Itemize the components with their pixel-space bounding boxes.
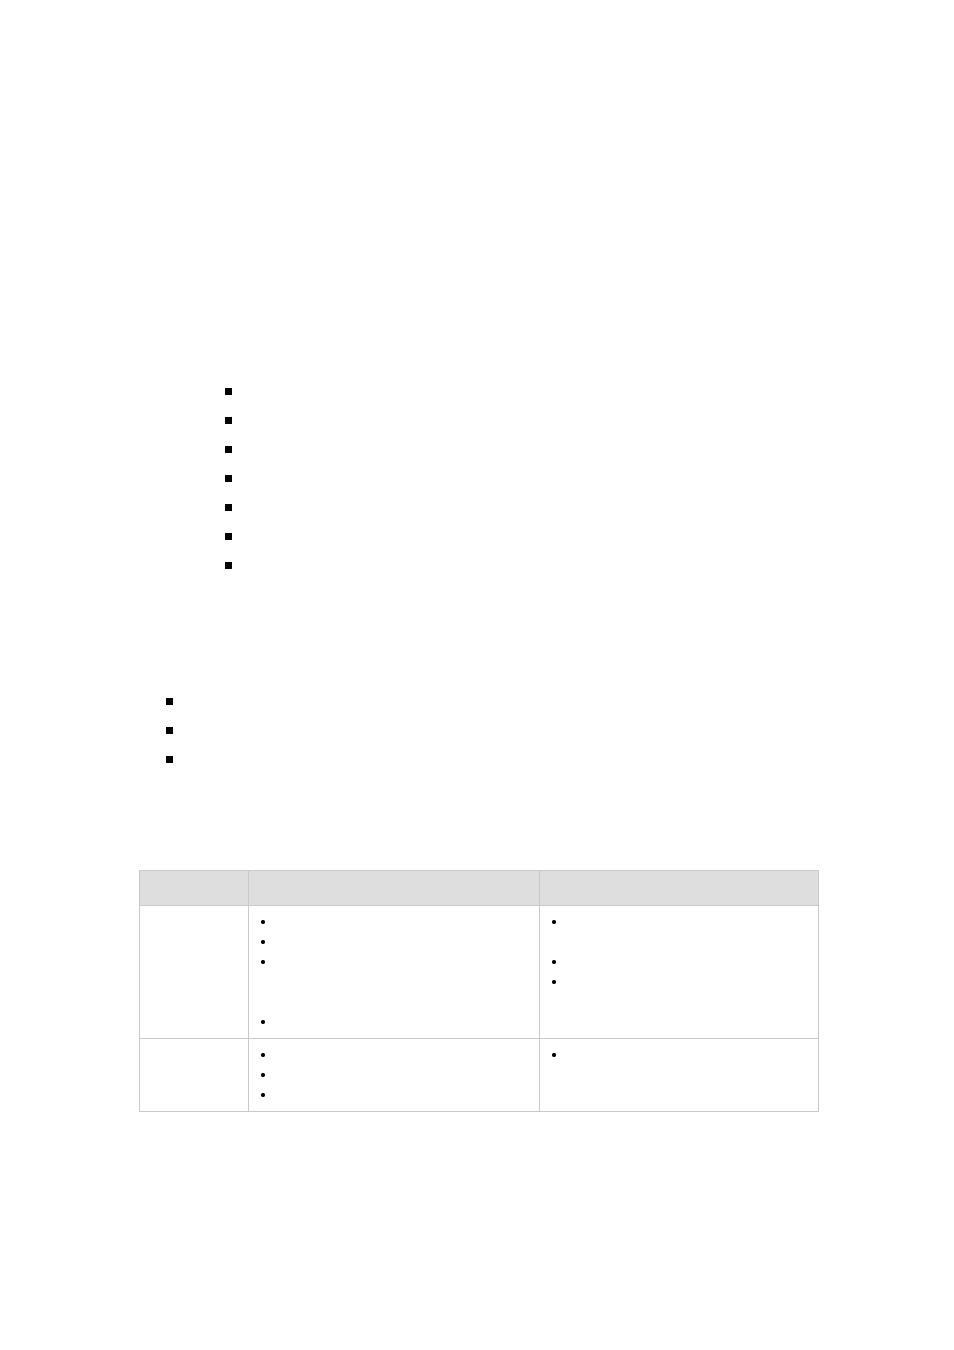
table-cell	[539, 906, 818, 1039]
table-header-3	[539, 871, 818, 906]
bullet-square	[225, 533, 232, 540]
bullet-square	[225, 475, 232, 482]
cell-bullet	[548, 912, 810, 932]
bullet-square	[225, 388, 232, 395]
table-header-1	[140, 871, 249, 906]
bullet-square	[225, 562, 232, 569]
cell-bullet	[257, 912, 531, 932]
cell-bullet	[257, 1065, 531, 1085]
table-cell	[539, 1039, 818, 1112]
document-page: { "list1": { "count": 7 }, "list2": { "c…	[0, 0, 954, 1350]
cell-bullet	[257, 1085, 531, 1105]
table-header-row	[140, 871, 819, 906]
cell-bullet	[548, 1045, 810, 1065]
bullet-square	[225, 504, 232, 511]
table-cell	[248, 1039, 539, 1112]
bullet-square	[166, 756, 173, 763]
table-cell	[140, 1039, 249, 1112]
table-row	[140, 906, 819, 1039]
cell-bullet	[257, 932, 531, 952]
bullet-square	[225, 446, 232, 453]
bullet-square	[225, 417, 232, 424]
cell-blank-line	[548, 932, 810, 952]
cell-blank-line	[257, 992, 531, 1012]
cell-bullet	[257, 1012, 531, 1032]
table-body	[140, 906, 819, 1112]
table-cell	[140, 906, 249, 1039]
cell-bullet	[548, 952, 810, 972]
data-table	[139, 870, 819, 1112]
table-header-2	[248, 871, 539, 906]
cell-bullet	[548, 972, 810, 992]
cell-bullet	[257, 952, 531, 972]
bullet-square	[166, 698, 173, 705]
table-cell	[248, 906, 539, 1039]
cell-blank-line	[257, 972, 531, 992]
table-row	[140, 1039, 819, 1112]
cell-bullet	[257, 1045, 531, 1065]
bullet-square	[166, 727, 173, 734]
